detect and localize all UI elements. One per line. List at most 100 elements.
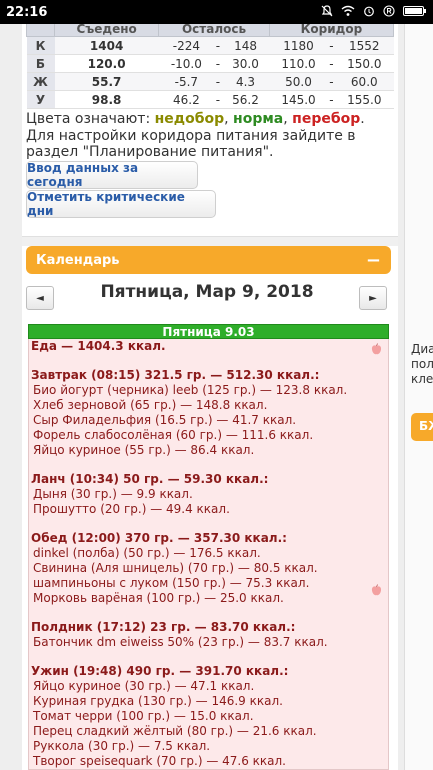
food-item[interactable]: Руккола (30 гр.) — 7.5 ккал. [33,739,210,753]
meal-header: Ланч (10:34) 50 гр. — 59.30 ккал.: [31,472,269,486]
corridor-from: 110.0 [269,54,328,73]
main-content: Съедено Осталось Коридор К 1404 -224-148 11… [22,24,398,770]
food-item[interactable]: Свинина (Аля шницель) (70 гр.) — 80.5 кк… [33,561,318,575]
food-item[interactable]: Хлеб зерновой (65 гр.) — 148.8 ккал. [33,398,267,412]
status-icons [321,4,427,20]
remaining-from: -10.0 [158,54,214,73]
table-row: Б 120.0 -10.0-30.0 110.0-150.0 [26,54,394,73]
color-legend: Цвета означают: недобор, норма, перебор. [26,111,396,127]
table-header-label [26,24,55,37]
food-item[interactable]: Био йогурт (черника) leeb (125 гр.) — 12… [33,383,347,397]
corridor-from: 1180 [269,36,328,55]
legend-sep: , [224,111,234,127]
food-item[interactable]: Форель слабосолёная (60 гр.) — 111.6 кка… [33,428,313,442]
table-header-eaten: Съедено [53,24,160,37]
range-dash: - [327,90,336,109]
wifi-icon [341,5,355,20]
range-dash: - [327,54,336,73]
corridor-to: 150.0 [335,54,394,73]
food-item[interactable]: Дыня (30 гр.) — 9.9 ккал. [33,487,193,501]
range-dash: - [327,36,336,55]
calendar-header[interactable]: Календарь − [26,246,391,274]
section-divider [22,236,398,246]
bzhu-button[interactable]: БЖ [411,413,433,441]
battery-icon [403,5,427,20]
food-item[interactable]: шампиньоны с луком (150 гр.) — 75.3 ккал… [33,576,309,590]
right-panel-text: Диа [411,342,433,356]
corridor-to: 1552 [335,36,394,55]
legend-prefix: Цвета означают: [26,111,155,127]
table-row: У 98.8 46.2-56.2 145.0-155.0 [26,90,394,109]
arrow-right-icon: ► [369,292,377,304]
day-header: Пятница 9.03 [28,324,389,339]
row-label: Б [26,54,55,73]
food-item[interactable]: Сыр Филадельфия (16.5 гр.) — 41.7 ккал. [33,413,296,427]
table-header-corridor: Коридор [268,24,395,37]
legend-norma: норма [233,111,284,127]
right-panel-text: пол [411,357,433,371]
legend-nedobor: недобор [154,111,225,127]
calendar-title: Календарь [36,252,120,268]
table-row: К 1404 -224-148 1180-1552 [26,36,394,55]
food-item[interactable]: Творог speisequark (70 гр.) — 47.6 ккал. [33,754,286,768]
food-item[interactable]: Томат черри (100 гр.) — 15.0 ккал. [33,709,254,723]
nutrition-summary-table: Съедено Осталось Коридор К 1404 -224-148 11… [26,24,395,109]
clock: 22:16 [6,4,48,20]
food-item[interactable]: dinkel (полба) (50 гр.) — 176.5 ккал. [33,546,261,560]
apple-icon[interactable] [371,584,382,599]
eaten-value: 120.0 [54,54,159,73]
range-dash: - [214,72,222,91]
table-header-remaining: Осталось [158,24,270,37]
remaining-to: 30.0 [221,54,270,73]
eaten-value: 1404 [54,36,159,55]
remaining-to: 56.2 [221,90,270,109]
day-food-log: Еда — 1404.3 ккал. Завтрак (08:15) 321.5 … [28,339,389,770]
corridor-from: 145.0 [269,90,328,109]
table-row: Ж 55.7 -5.7-4.3 50.0-60.0 [26,72,394,91]
planning-info-text: Для настройки коридора питания зайдите в… [26,128,356,160]
food-item[interactable]: Прошутто (20 гр.) — 49.4 ккал. [33,502,230,516]
food-item[interactable]: Куриная грудка (130 гр.) — 146.9 ккал. [33,694,283,708]
corridor-to: 60.0 [335,72,394,91]
page: Съедено Осталось Коридор К 1404 -224-148 11… [0,24,433,770]
right-side-panel: Диа пол кле БЖ [404,24,433,770]
food-item[interactable]: Яйцо куриное (55 гр.) — 86.4 ккал. [33,443,254,457]
current-date: Пятница, Мар 9, 2018 [100,282,314,302]
row-label: К [26,36,55,55]
legend-suffix: . [360,111,365,127]
arrow-left-icon: ◄ [36,292,44,304]
alarm-icon [363,5,375,20]
meal-header: Завтрак (08:15) 321.5 гр. — 512.30 ккал.… [31,368,320,382]
prev-day-button[interactable]: ◄ [26,286,54,310]
eaten-value: 55.7 [54,72,159,91]
meal-header: Полдник (17:12) 23 гр. — 83.70 ккал.: [31,620,296,634]
remaining-from: -5.7 [158,72,214,91]
food-item[interactable]: Батончик dm eiweiss 50% (23 гр.) — 83.7 … [33,635,328,649]
mark-critical-days-button[interactable]: Отметить критические дни [26,190,216,218]
meal-header: Обед (12:00) 370 гр. — 357.30 ккал.: [31,531,287,545]
food-item[interactable]: Яйцо куриное (30 гр.) — 47.1 ккал. [33,679,254,693]
meal-header: Ужин (19:48) 490 гр. — 391.70 ккал.: [31,664,289,678]
corridor-to: 155.0 [335,90,394,109]
legend-sep: , [283,111,293,127]
food-item[interactable]: Морковь варёная (100 гр.) — 25.0 ккал. [33,591,284,605]
r-icon [383,4,395,20]
range-dash: - [214,90,222,109]
range-dash: - [327,72,336,91]
apple-icon[interactable] [371,343,382,358]
bell-off-icon [321,4,333,20]
status-bar: 22:16 [0,0,433,24]
eaten-value: 98.8 [54,90,159,109]
row-label: Ж [26,72,55,91]
enter-today-button[interactable]: Ввод данных за сегодня [26,161,198,189]
right-panel-text: кле [411,372,433,386]
remaining-to: 4.3 [221,72,270,91]
minimize-icon[interactable]: − [366,250,381,271]
corridor-from: 50.0 [269,72,328,91]
next-day-button[interactable]: ► [359,286,387,310]
remaining-from: 46.2 [158,90,214,109]
row-label: У [26,90,55,109]
remaining-to: 148 [221,36,270,55]
range-dash: - [214,36,222,55]
food-item[interactable]: Перец сладкий жёлтый (80 гр.) — 21.6 кка… [33,724,317,738]
